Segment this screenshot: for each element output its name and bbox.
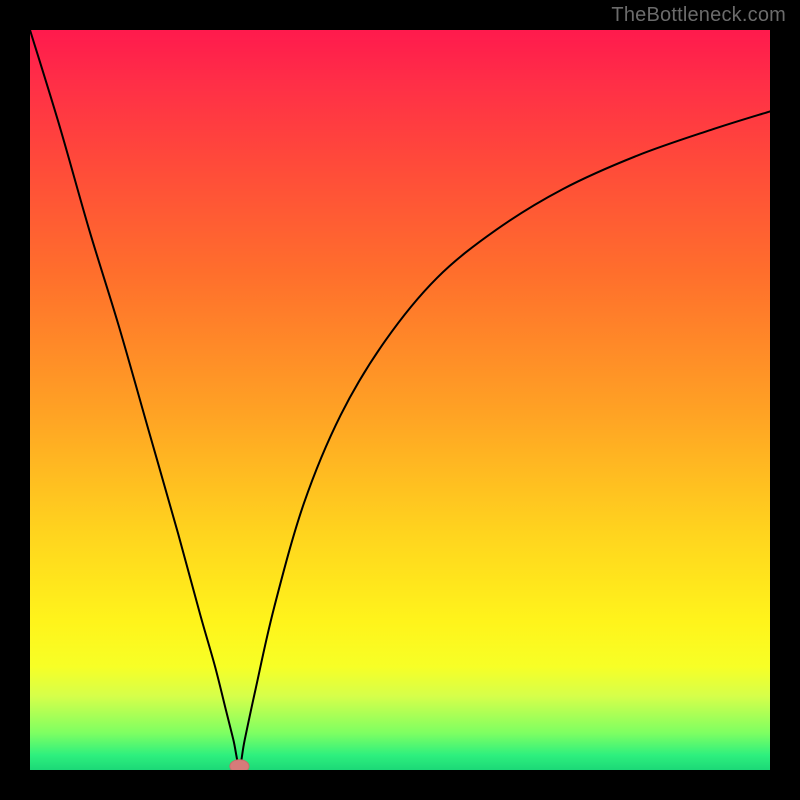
chart-frame: TheBottleneck.com: [0, 0, 800, 800]
chart-svg: [30, 30, 770, 770]
attribution-label: TheBottleneck.com: [611, 4, 786, 27]
min-marker: [230, 760, 249, 770]
bottleneck-curve: [30, 30, 770, 766]
plot-area: [30, 30, 770, 770]
